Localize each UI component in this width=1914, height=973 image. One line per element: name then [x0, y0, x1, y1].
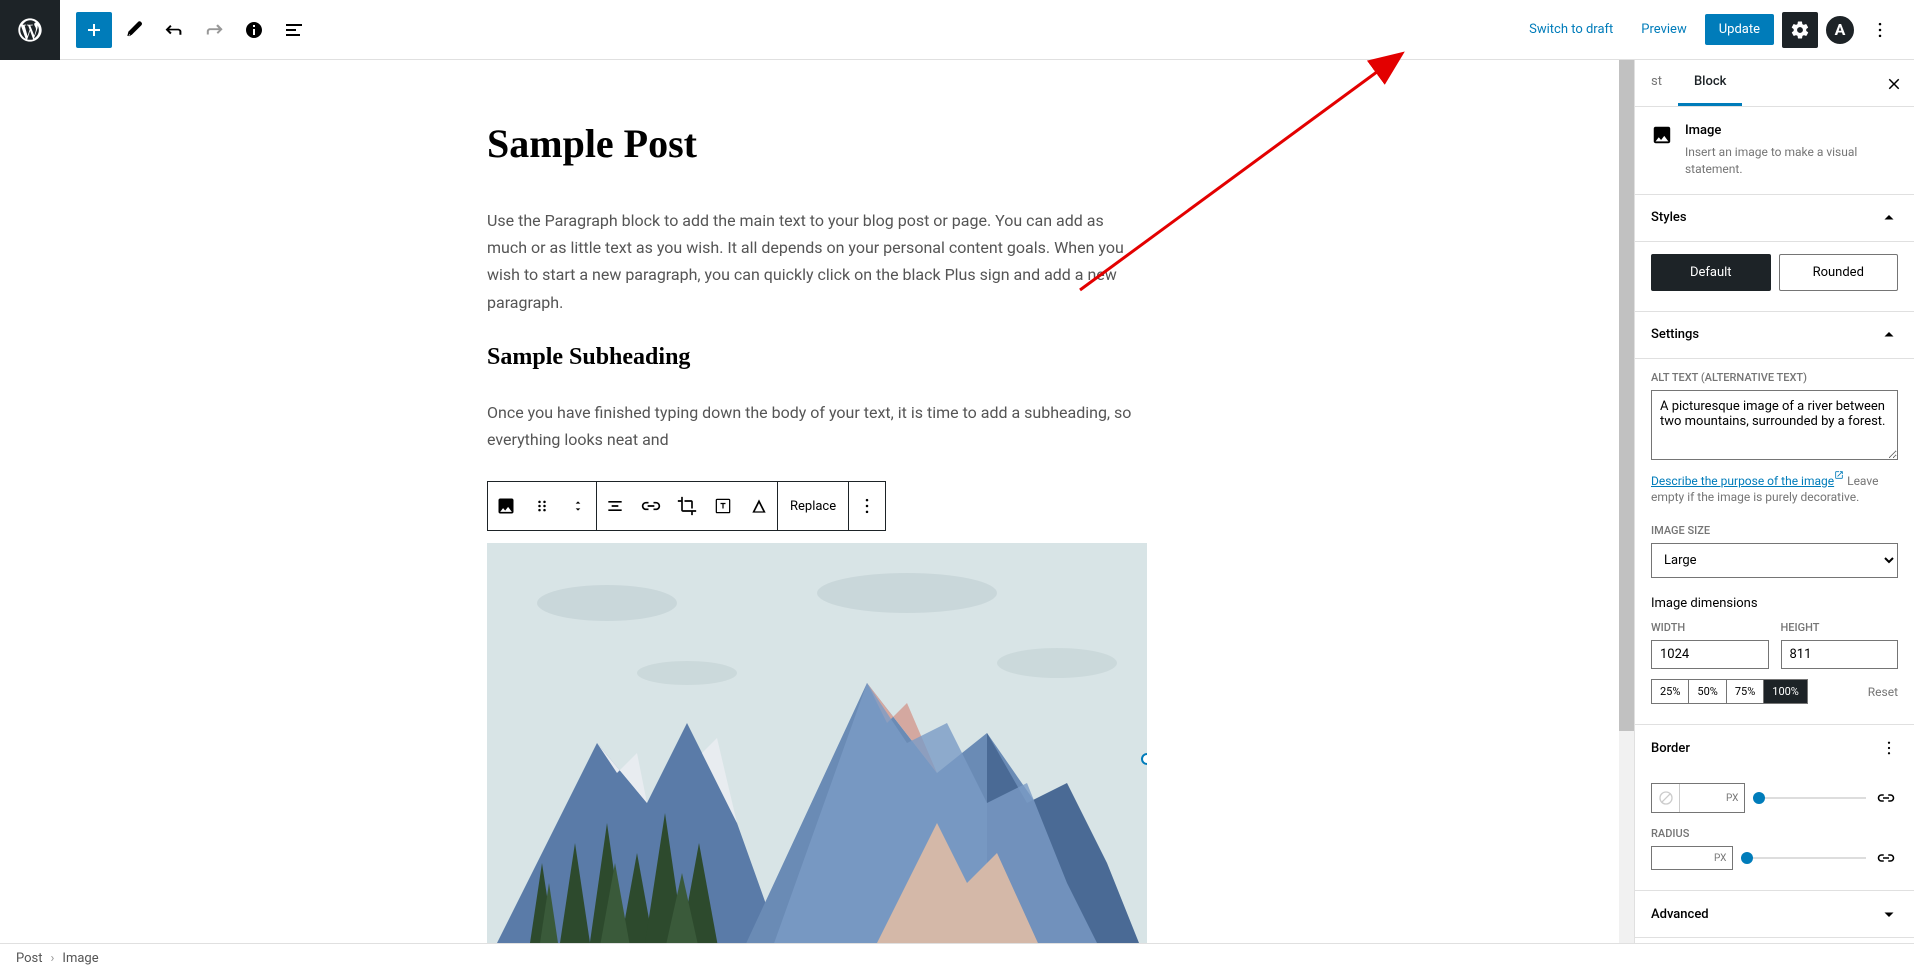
styles-panel-body: Default Rounded — [1635, 242, 1914, 312]
percent-100-button[interactable]: 100% — [1764, 680, 1807, 703]
replace-button[interactable]: Replace — [778, 482, 848, 530]
border-panel-header[interactable]: Border — [1635, 725, 1914, 771]
width-label: WIDTH — [1651, 621, 1769, 634]
subheading-block[interactable]: Sample Subheading — [487, 344, 1147, 371]
link-button[interactable] — [633, 482, 669, 530]
main-area: Sample Post Use the Paragraph block to a… — [0, 60, 1914, 943]
style-rounded-button[interactable]: Rounded — [1779, 254, 1899, 291]
text-overlay-button[interactable] — [705, 482, 741, 530]
radius-input[interactable]: PX — [1651, 846, 1733, 870]
breadcrumb-footer: Post › Image — [0, 943, 1914, 973]
radius-slider[interactable] — [1741, 852, 1866, 864]
border-width-input[interactable]: PX — [1651, 783, 1745, 813]
toolbar-right: Switch to draft Preview Update A — [1519, 12, 1914, 48]
undo-button[interactable] — [156, 12, 192, 48]
scrollbar[interactable] — [1619, 60, 1634, 943]
dimensions-label: Image dimensions — [1651, 596, 1898, 611]
percent-buttons: 25% 50% 75% 100% — [1651, 679, 1808, 704]
move-arrows-icon[interactable] — [560, 482, 596, 530]
percent-75-button[interactable]: 75% — [1727, 680, 1764, 703]
list-view-button[interactable] — [276, 12, 312, 48]
block-toolbar: Replace — [487, 481, 886, 531]
block-more-button[interactable] — [849, 482, 885, 530]
percent-50-button[interactable]: 50% — [1689, 680, 1726, 703]
tab-post[interactable]: st — [1635, 60, 1678, 106]
astra-button[interactable]: A — [1826, 16, 1854, 44]
chevron-up-icon — [1880, 326, 1898, 344]
chevron-down-icon — [1880, 905, 1898, 923]
advanced-panel-header[interactable]: Advanced — [1635, 891, 1914, 938]
preview-button[interactable]: Preview — [1631, 14, 1696, 45]
image-size-label: IMAGE SIZE — [1651, 524, 1898, 537]
block-info: Image Insert an image to make a visual s… — [1635, 107, 1914, 195]
reset-button[interactable]: Reset — [1868, 685, 1898, 699]
link-corners-icon[interactable] — [1874, 846, 1898, 870]
close-sidebar-button[interactable] — [1878, 68, 1910, 100]
sidebar-tabs: st Block — [1635, 60, 1914, 107]
width-input[interactable] — [1651, 640, 1769, 669]
update-button[interactable]: Update — [1705, 14, 1774, 45]
image-block[interactable] — [487, 543, 1147, 943]
breadcrumb-image[interactable]: Image — [62, 951, 98, 966]
alt-text-input[interactable] — [1651, 390, 1898, 460]
breadcrumb-post[interactable]: Post — [16, 951, 43, 966]
paragraph-block[interactable]: Use the Paragraph block to add the main … — [487, 207, 1147, 316]
alt-text-label: ALT TEXT (ALTERNATIVE TEXT) — [1651, 371, 1898, 384]
tab-block[interactable]: Block — [1678, 60, 1742, 106]
link-sides-icon[interactable] — [1874, 786, 1898, 810]
chevron-up-icon — [1880, 209, 1898, 227]
more-icon[interactable] — [1880, 739, 1898, 757]
resize-handle[interactable] — [1141, 753, 1147, 765]
radius-number-input[interactable] — [1652, 847, 1708, 869]
alt-help-text: Describe the purpose of the image Leave … — [1651, 470, 1898, 507]
more-options-button[interactable] — [1862, 12, 1898, 48]
percent-25-button[interactable]: 25% — [1652, 680, 1689, 703]
toolbar-left — [0, 0, 314, 59]
height-label: HEIGHT — [1781, 621, 1899, 634]
add-block-button[interactable] — [76, 12, 112, 48]
border-number-input[interactable] — [1680, 787, 1720, 809]
style-default-button[interactable]: Default — [1651, 254, 1771, 291]
redo-button[interactable] — [196, 12, 232, 48]
height-input[interactable] — [1781, 640, 1899, 669]
switch-draft-button[interactable]: Switch to draft — [1519, 14, 1623, 45]
styles-panel-header[interactable]: Styles — [1635, 195, 1914, 242]
post-title[interactable]: Sample Post — [487, 120, 1147, 167]
settings-button[interactable] — [1782, 12, 1818, 48]
align-button[interactable] — [597, 482, 633, 530]
editor-content: Sample Post Use the Paragraph block to a… — [487, 120, 1147, 943]
settings-sidebar: st Block Image Insert an image to make a… — [1634, 60, 1914, 943]
block-name: Image — [1685, 123, 1898, 138]
border-slider[interactable] — [1753, 792, 1866, 804]
image-size-select[interactable]: Large — [1651, 543, 1898, 578]
edit-mode-button[interactable] — [116, 12, 152, 48]
image-icon — [1651, 123, 1673, 147]
scrollbar-thumb[interactable] — [1619, 60, 1634, 731]
border-panel-body: PX RADIUS PX — [1635, 771, 1914, 891]
duotone-button[interactable] — [741, 482, 777, 530]
editor-canvas[interactable]: Sample Post Use the Paragraph block to a… — [0, 60, 1634, 943]
block-type-icon[interactable] — [488, 482, 524, 530]
settings-panel-body: ALT TEXT (ALTERNATIVE TEXT) Describe the… — [1635, 359, 1914, 726]
paragraph-block[interactable]: Once you have finished typing down the b… — [487, 399, 1147, 453]
top-toolbar: Switch to draft Preview Update A — [0, 0, 1914, 60]
details-button[interactable] — [236, 12, 272, 48]
settings-panel-header[interactable]: Settings — [1635, 312, 1914, 359]
alt-help-link[interactable]: Describe the purpose of the image — [1651, 474, 1834, 488]
breadcrumb-separator: › — [51, 951, 55, 966]
block-description: Insert an image to make a visual stateme… — [1685, 144, 1898, 178]
border-color-swatch[interactable] — [1652, 784, 1680, 812]
crop-button[interactable] — [669, 482, 705, 530]
drag-handle-icon[interactable] — [524, 482, 560, 530]
radius-label: RADIUS — [1651, 827, 1898, 840]
wordpress-logo[interactable] — [0, 0, 60, 60]
